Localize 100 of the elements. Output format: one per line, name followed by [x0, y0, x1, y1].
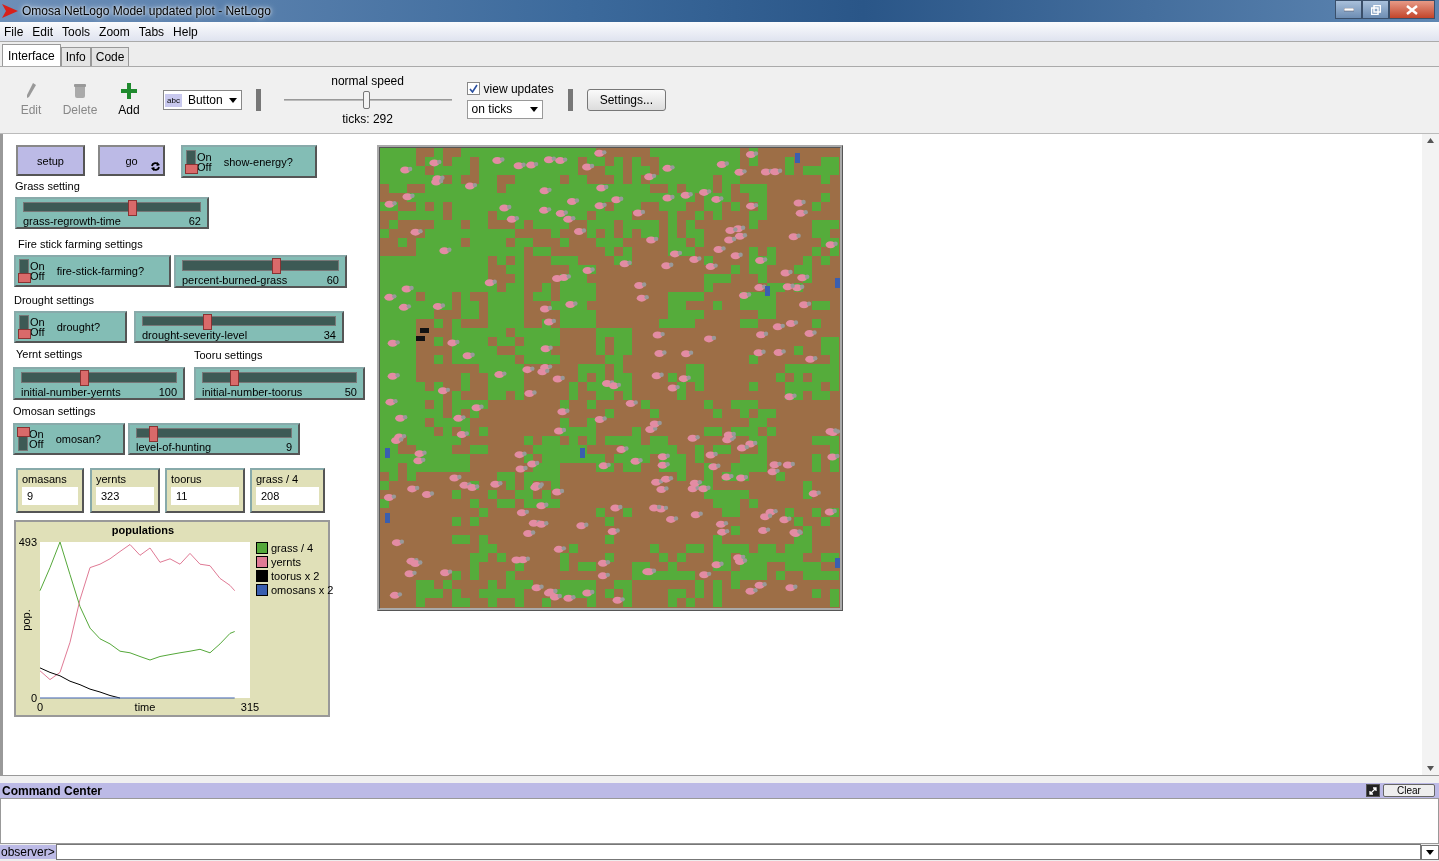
monitor-label: yernts: [96, 473, 127, 485]
menu-item[interactable]: Edit: [32, 24, 54, 39]
slider[interactable]: initial-number-yernts 100: [13, 367, 185, 400]
caret-icon: [529, 106, 538, 112]
slider-thumb[interactable]: [148, 426, 158, 442]
slider-value: 100: [158, 386, 177, 398]
switch-toggle[interactable]: [186, 149, 196, 174]
switch-toggle[interactable]: [19, 259, 29, 283]
speed-label: normal speed: [331, 74, 404, 88]
legend-label: grass / 4: [271, 542, 314, 554]
down-arrow-icon[interactable]: [1427, 766, 1434, 771]
widget-type-icon: abc: [165, 93, 182, 107]
on-label: On: [30, 261, 45, 271]
switch-toggle[interactable]: [18, 427, 28, 451]
restore-icon: [1370, 4, 1381, 15]
close-button[interactable]: [1389, 0, 1435, 19]
switch[interactable]: On Off fire-stick-farming?: [14, 255, 171, 287]
note-text: Drought settings: [14, 294, 95, 306]
pencil-icon: [26, 83, 36, 99]
restore-button[interactable]: [1362, 0, 1389, 19]
note-text: Fire stick farming settings: [18, 238, 143, 250]
note-text: Yernt settings: [16, 348, 83, 360]
switch-label: drought?: [56, 321, 101, 333]
tab[interactable]: Interface: [2, 44, 61, 66]
widget-type-dropdown[interactable]: abc Button: [163, 90, 242, 110]
command-input[interactable]: [55, 844, 1421, 860]
slider-thumb[interactable]: [80, 370, 89, 386]
window-title: Omosa NetLogo Model updated plot - NetLogo: [22, 4, 271, 18]
x-tick-label: 315: [240, 701, 260, 713]
observer-prompt[interactable]: observer>: [0, 845, 56, 859]
command-center-title: Command Center: [2, 783, 102, 798]
toolbar-separator: [255, 89, 261, 111]
switch[interactable]: On Off show-energy?: [181, 145, 317, 178]
slider-label: initial-number-yernts: [21, 386, 121, 398]
monitor-label: omasans: [22, 473, 68, 485]
slider-value: 62: [188, 215, 201, 227]
slider-label: initial-number-toorus: [202, 386, 303, 398]
legend-label: omosans x 2: [271, 584, 334, 596]
caret-icon: [1426, 849, 1434, 855]
y-tick-label: 0: [30, 692, 37, 704]
slider-value: 9: [285, 441, 292, 453]
slider-thumb[interactable]: [272, 258, 282, 274]
monitor-value: 208: [256, 487, 319, 505]
slider[interactable]: initial-number-toorus 50: [194, 367, 365, 400]
menu-item[interactable]: Tabs: [138, 24, 165, 39]
switch[interactable]: On Off omosan?: [13, 423, 125, 455]
close-icon: [1406, 4, 1418, 15]
y-tick-label: 493: [18, 536, 37, 548]
note-text: Tooru settings: [194, 349, 263, 361]
legend-label: yernts: [271, 556, 301, 568]
slider-label: percent-burned-grass: [182, 274, 288, 286]
slider-thumb[interactable]: [127, 200, 137, 216]
on-label: On: [197, 151, 212, 162]
checkbox[interactable]: [466, 82, 480, 95]
slider[interactable]: grass-regrowth-time 62: [15, 197, 209, 229]
on-label: On: [29, 429, 44, 439]
off-label: Off: [30, 327, 45, 337]
model-button[interactable]: go: [98, 145, 165, 176]
toolbar-button[interactable]: Add: [110, 83, 148, 117]
monitor-label: toorus: [171, 473, 203, 485]
scrollbar[interactable]: [1422, 134, 1439, 775]
switch[interactable]: On Off drought?: [14, 311, 127, 343]
slider-value: 50: [344, 386, 357, 398]
monitor-value: 11: [171, 487, 239, 505]
up-arrow-icon[interactable]: [1427, 138, 1434, 143]
off-label: Off: [30, 271, 45, 281]
monitor-label: grass / 4: [256, 473, 300, 485]
menu-item[interactable]: File: [4, 24, 24, 39]
logo-icon: [2, 4, 18, 18]
history-dropdown[interactable]: [1421, 844, 1439, 860]
slider[interactable]: percent-burned-grass 60: [174, 255, 347, 288]
menu-item[interactable]: Zoom: [99, 24, 130, 39]
tab[interactable]: Code: [90, 47, 130, 66]
toolbar-separator: [567, 89, 573, 111]
on-label: On: [30, 317, 45, 327]
slider-thumb[interactable]: [230, 370, 240, 386]
update-mode-dropdown[interactable]: on ticks: [466, 99, 543, 119]
speed-slider-thumb[interactable]: [362, 91, 370, 109]
slider-thumb[interactable]: [203, 314, 213, 330]
switch-toggle[interactable]: [19, 315, 29, 339]
slider-label: level-of-hunting: [136, 441, 212, 453]
expand-button[interactable]: [1366, 784, 1380, 797]
tab[interactable]: Info: [60, 47, 91, 66]
minimize-button[interactable]: [1335, 0, 1362, 19]
menu-item[interactable]: Help: [173, 24, 198, 39]
settings-button[interactable]: Settings...: [586, 89, 667, 111]
menu-item[interactable]: Tools: [62, 24, 91, 39]
off-label: Off: [29, 439, 44, 449]
ticks-counter: ticks: 292: [342, 112, 393, 126]
off-label: Off: [197, 161, 212, 172]
slider[interactable]: drought-severity-level 34: [134, 311, 344, 343]
slider[interactable]: level-of-hunting 9: [128, 423, 300, 455]
clear-button[interactable]: Clear: [1383, 784, 1435, 797]
slider-value: 60: [326, 274, 339, 286]
monitor-value: 9: [22, 487, 78, 505]
caret-icon: [228, 97, 237, 103]
view-updates-label: view updates: [483, 81, 554, 96]
switch-label: omosan?: [55, 433, 101, 445]
model-button[interactable]: setup: [16, 145, 85, 176]
slider-label: grass-regrowth-time: [23, 215, 121, 227]
